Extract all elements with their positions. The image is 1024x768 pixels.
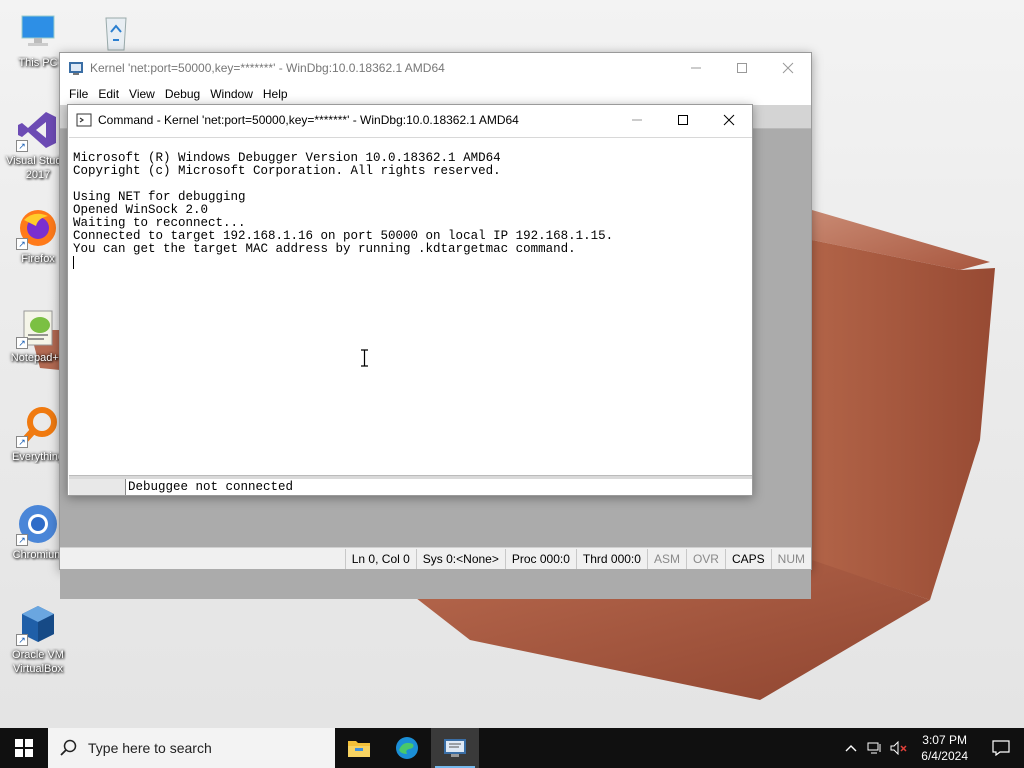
status-bar: Ln 0, Col 0 Sys 0:<None> Proc 000:0 Thrd… [60,547,811,569]
menu-file[interactable]: File [64,83,93,105]
desktop-icon-recycle-bin[interactable] [78,10,154,56]
chromium-icon: ↗ [16,502,60,546]
search-placeholder: Type here to search [88,740,212,756]
edge-icon [396,737,418,759]
command-title-bar[interactable]: Command - Kernel 'net:port=50000,key=***… [68,105,752,135]
shortcut-arrow-icon: ↗ [16,634,28,646]
tray-network-button[interactable] [863,741,887,755]
command-minimize-button[interactable] [614,105,660,135]
shortcut-arrow-icon: ↗ [16,238,28,250]
command-window-title: Command - Kernel 'net:port=50000,key=***… [98,113,519,127]
ibeam-cursor-icon [361,349,368,367]
command-input[interactable]: Debuggee not connected [126,479,752,495]
search-icon [60,739,77,756]
status-thrd: Thrd 000:0 [575,548,647,569]
taskbar-clock[interactable]: 3:07 PM 6/4/2024 [911,732,978,764]
command-close-button[interactable] [706,105,752,135]
visual-studio-icon: ↗ [16,108,60,152]
console-icon [76,113,92,127]
status-num: NUM [770,548,811,569]
command-input-row: Debuggee not connected [69,479,752,495]
monitor-icon [16,10,60,54]
maximize-icon [678,115,688,125]
menu-bar: File Edit View Debug Window Help [60,83,811,105]
firefox-icon: ↗ [16,206,60,250]
network-icon [867,742,881,754]
main-window-title: Kernel 'net:port=50000,key=*******' - Wi… [90,61,445,75]
main-close-button[interactable] [765,53,811,83]
action-center-button[interactable] [978,728,1024,768]
system-tray: 3:07 PM 6/4/2024 [839,728,1024,768]
main-maximize-button[interactable] [719,53,765,83]
clock-time: 3:07 PM [922,733,967,747]
command-maximize-button[interactable] [660,105,706,135]
command-output[interactable]: Microsoft (R) Windows Debugger Version 1… [69,137,752,475]
command-window[interactable]: Command - Kernel 'net:port=50000,key=***… [67,104,753,496]
start-button[interactable] [0,728,48,768]
maximize-icon [737,63,747,73]
menu-help[interactable]: Help [258,83,293,105]
desktop-icon-label: Oracle VM VirtualBox [12,649,64,675]
status-sys: Sys 0:<None> [415,548,505,569]
menu-window[interactable]: Window [205,83,258,105]
taskbar-file-explorer[interactable] [335,728,383,768]
taskbar: Type here to search 3:07 PM 6/4/2024 [0,728,1024,768]
windbg-app-icon [444,739,466,757]
command-prompt [69,479,126,495]
minimize-icon [691,67,701,69]
recycle-bin-icon [94,10,138,54]
windows-logo-icon [15,739,33,757]
shortcut-arrow-icon: ↗ [16,436,28,448]
desktop: This PC ↗ Visual Studio 2017 ↗ Firefox ↗… [0,0,1024,728]
shortcut-arrow-icon: ↗ [16,534,28,546]
close-icon [723,114,735,126]
text-caret [73,256,74,269]
taskbar-windbg[interactable] [431,728,479,768]
folder-icon [348,741,370,757]
everything-search-icon: ↗ [16,404,60,448]
status-caps: CAPS [724,548,771,569]
close-icon [782,62,794,74]
shortcut-arrow-icon: ↗ [16,337,28,349]
desktop-icon-virtualbox[interactable]: ↗ Oracle VM VirtualBox [0,602,76,676]
status-ovr: OVR [685,548,725,569]
main-title-bar[interactable]: Kernel 'net:port=50000,key=*******' - Wi… [60,53,811,83]
main-minimize-button[interactable] [673,53,719,83]
menu-debug[interactable]: Debug [160,83,205,105]
menu-edit[interactable]: Edit [93,83,124,105]
status-asm: ASM [646,548,686,569]
shortcut-arrow-icon: ↗ [16,140,28,152]
status-proc: Proc 000:0 [504,548,576,569]
tray-volume-button[interactable] [887,741,911,755]
virtualbox-icon: ↗ [16,602,60,646]
notification-icon [992,740,1010,756]
windbg-app-icon [69,62,83,75]
volume-muted-icon [890,741,907,755]
taskbar-search-box[interactable]: Type here to search [48,728,335,768]
taskbar-edge[interactable] [383,728,431,768]
notepad-plus-plus-icon: ↗ [16,305,60,349]
clock-date: 6/4/2024 [921,749,968,763]
menu-view[interactable]: View [124,83,160,105]
command-output-text: Microsoft (R) Windows Debugger Version 1… [73,151,614,256]
tray-overflow-button[interactable] [839,744,863,752]
chevron-up-icon [845,745,857,752]
status-ln-col: Ln 0, Col 0 [344,548,416,569]
minimize-icon [632,119,642,121]
